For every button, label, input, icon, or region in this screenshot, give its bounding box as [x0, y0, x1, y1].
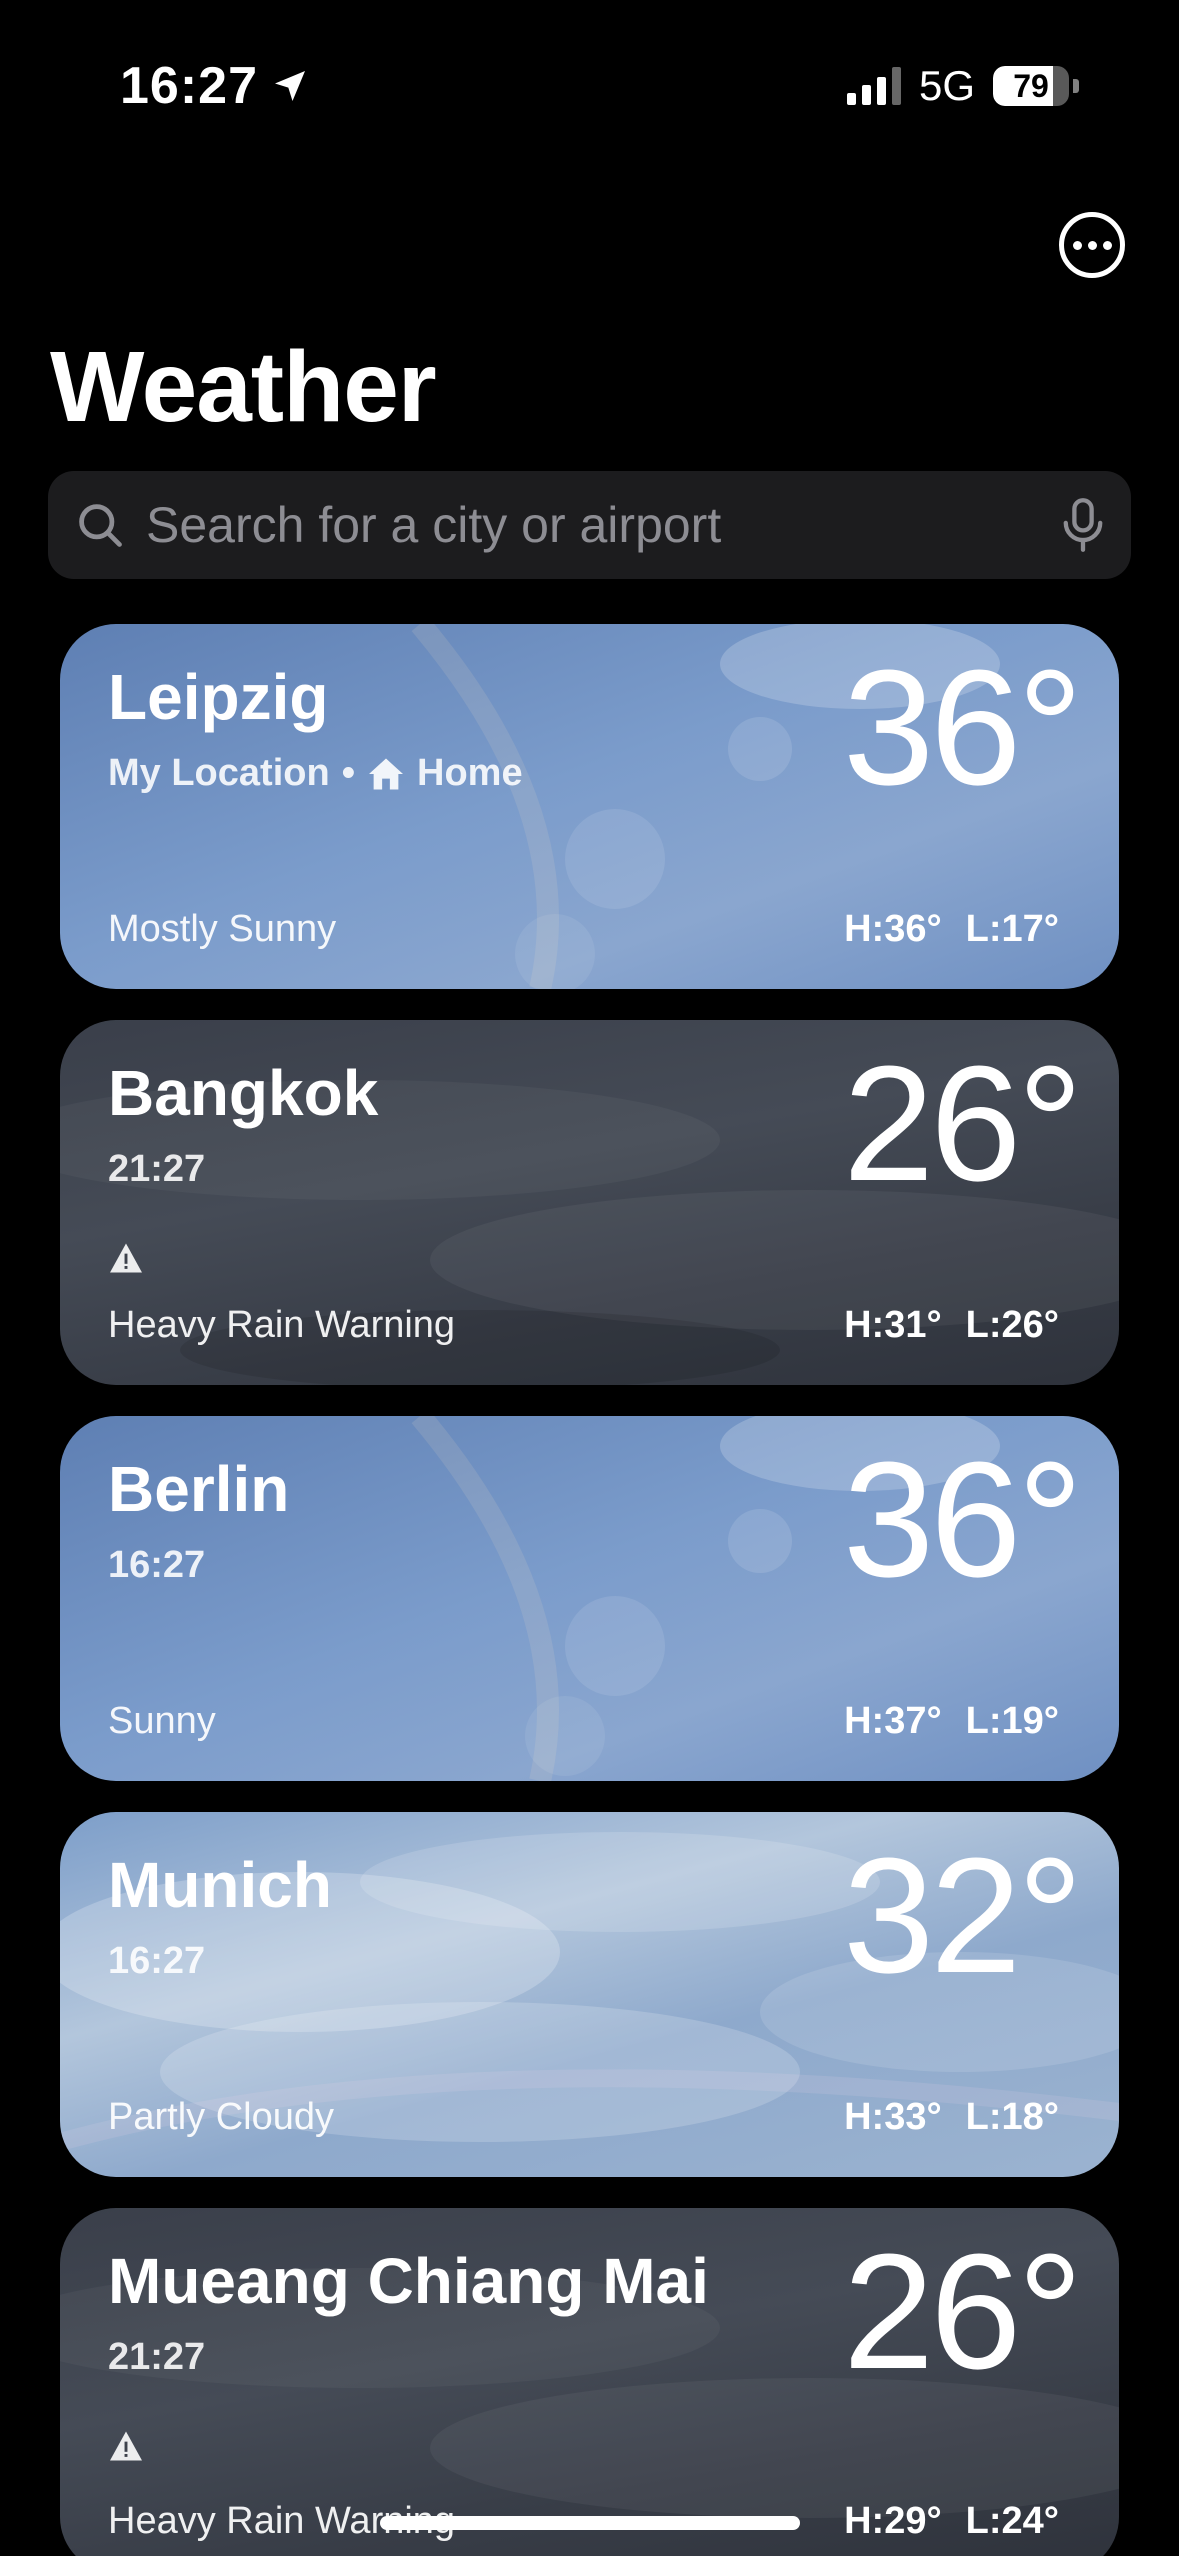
- network-type: 5G: [918, 62, 975, 109]
- high-temperature: H:36°: [844, 908, 942, 950]
- city-card-bangkok[interactable]: Bangkok 21:27 26° Heavy Rain Warning H:3…: [60, 1020, 1119, 1385]
- search-input[interactable]: [146, 496, 1061, 554]
- current-temperature: 32°: [842, 1824, 1083, 2007]
- cellular-signal-icon: [846, 67, 901, 105]
- warning-icon: [110, 1243, 142, 1273]
- high-low-temperatures: H:31° L:26°: [844, 1304, 1059, 1347]
- high-low-temperatures: H:33° L:18°: [844, 2096, 1059, 2139]
- warning-icon: [110, 2431, 142, 2461]
- city-local-time: 16:27: [108, 1544, 206, 1586]
- home-indicator[interactable]: [380, 2516, 800, 2530]
- city-local-time: 21:27: [108, 1148, 206, 1190]
- home-label: Home: [417, 752, 523, 794]
- weather-condition: Sunny: [108, 1700, 216, 1742]
- city-subtitle: My Location • Home: [108, 752, 523, 795]
- high-temperature: H:37°: [844, 1700, 942, 1742]
- subtitle-separator: •: [341, 752, 355, 794]
- status-time: 16:27: [120, 56, 310, 116]
- high-low-temperatures: H:37° L:19°: [844, 1700, 1059, 1743]
- status-indicators: 5G 79: [846, 62, 1079, 110]
- city-local-time: 21:27: [108, 2336, 206, 2378]
- city-name: Leipzig: [108, 661, 329, 733]
- city-card-munich[interactable]: Munich 16:27 32° Partly Cloudy H:33° L:1…: [60, 1812, 1119, 2177]
- page-title: Weather: [50, 331, 437, 443]
- battery-icon: 79: [993, 66, 1069, 106]
- weather-condition: Mostly Sunny: [108, 908, 337, 950]
- more-options-button[interactable]: [1059, 212, 1125, 278]
- status-time-label: 16:27: [120, 57, 258, 115]
- city-name: Munich: [108, 1849, 332, 1921]
- low-temperature: L:18°: [965, 2096, 1059, 2138]
- current-temperature: 26°: [842, 2220, 1083, 2403]
- high-temperature: H:33°: [844, 2096, 942, 2138]
- city-card-berlin[interactable]: Berlin 16:27 36° Sunny H:37° L:19°: [60, 1416, 1119, 1781]
- city-card-leipzig[interactable]: Leipzig My Location • Home 36° Mostly Su…: [60, 624, 1119, 989]
- battery-level: 79: [1013, 67, 1049, 104]
- city-card-mueang-chiang-mai[interactable]: Mueang Chiang Mai 21:27 26° Heavy Rain W…: [60, 2208, 1119, 2556]
- current-temperature: 36°: [842, 636, 1083, 819]
- my-location-label: My Location: [108, 752, 330, 794]
- home-icon: [369, 758, 403, 789]
- low-temperature: L:17°: [965, 908, 1059, 950]
- weather-condition: Partly Cloudy: [108, 2096, 334, 2138]
- high-low-temperatures: H:29° L:24°: [844, 2500, 1059, 2543]
- weather-condition: Heavy Rain Warning: [108, 1304, 456, 1346]
- location-arrow-icon: [275, 71, 305, 101]
- current-temperature: 26°: [842, 1032, 1083, 1215]
- low-temperature: L:26°: [965, 1304, 1059, 1346]
- city-name: Bangkok: [108, 1057, 379, 1129]
- status-bar: 16:27 5G 79: [0, 0, 1179, 150]
- city-name: Mueang Chiang Mai: [108, 2245, 709, 2317]
- microphone-icon[interactable]: [1061, 497, 1105, 553]
- high-low-temperatures: H:36° L:17°: [844, 908, 1059, 951]
- high-temperature: H:31°: [844, 1304, 942, 1346]
- low-temperature: L:19°: [965, 1700, 1059, 1742]
- current-temperature: 36°: [842, 1428, 1083, 1611]
- battery-cap: [1073, 79, 1079, 93]
- city-name: Berlin: [108, 1453, 290, 1525]
- low-temperature: L:24°: [965, 2500, 1059, 2542]
- search-bar[interactable]: [48, 471, 1131, 579]
- high-temperature: H:29°: [844, 2500, 942, 2542]
- search-icon: [74, 499, 126, 551]
- city-local-time: 16:27: [108, 1940, 206, 1982]
